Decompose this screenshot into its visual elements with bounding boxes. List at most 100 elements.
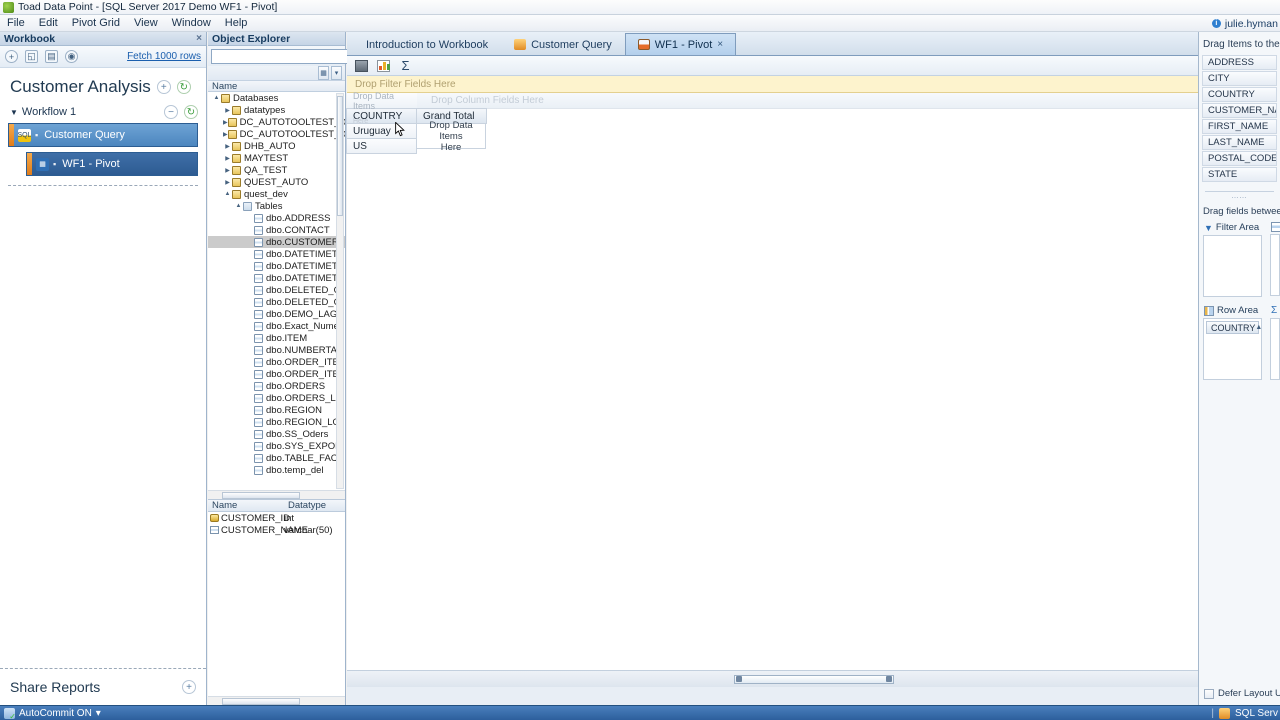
tree-node[interactable]: dbo.Exact_Nume: [208, 320, 345, 332]
filter-drop-zone[interactable]: Drop Filter Fields Here: [347, 76, 1280, 93]
add-analysis-button[interactable]: +: [157, 80, 171, 94]
column-area-dropbox[interactable]: [1270, 234, 1280, 296]
scroll-left-button[interactable]: [736, 676, 742, 682]
close-icon[interactable]: ×: [717, 39, 723, 50]
tree-node[interactable]: dbo.ORDER_ITEI: [208, 356, 345, 368]
collapse-workflow-button[interactable]: −: [164, 105, 178, 119]
menu-view[interactable]: View: [127, 16, 165, 30]
tree-expander-icon[interactable]: ▶: [223, 143, 232, 150]
object-tree[interactable]: ▲Databases▶datatypes▶DC_AUTOTOOLTEST_DB▶…: [208, 92, 345, 500]
tab-customer-query[interactable]: Customer Query: [501, 33, 625, 55]
menu-file[interactable]: File: [0, 16, 32, 30]
fetch-rows-link[interactable]: Fetch 1000 rows: [127, 51, 201, 62]
tree-expander-icon[interactable]: ▶: [223, 155, 232, 162]
tree-expander-icon[interactable]: ▲: [212, 95, 221, 101]
tree-node[interactable]: dbo.ADDRESS: [208, 212, 345, 224]
field-list-item[interactable]: STATE: [1202, 167, 1277, 182]
tree-horizontal-scrollbar[interactable]: [208, 490, 345, 499]
open-icon[interactable]: ◱: [25, 50, 38, 63]
tree-node[interactable]: dbo.temp_del: [208, 464, 345, 476]
tree-node[interactable]: dbo.REGION: [208, 404, 345, 416]
defer-layout-checkbox[interactable]: [1204, 689, 1214, 699]
grid-view-icon[interactable]: [355, 60, 368, 72]
tree-node[interactable]: dbo.DATETIMET/: [208, 260, 345, 272]
sort-ascending-icon[interactable]: ▲: [1255, 324, 1262, 331]
row-area-dropbox[interactable]: COUNTRY ▲: [1203, 318, 1262, 380]
tree-node[interactable]: ▲Databases: [208, 92, 345, 104]
add-icon[interactable]: +: [5, 50, 18, 63]
drop-data-items-area[interactable]: Drop Data Items Here: [416, 123, 486, 149]
tree-expander-icon[interactable]: ▲: [223, 191, 232, 197]
menu-window[interactable]: Window: [165, 16, 218, 30]
field-list-item[interactable]: CITY: [1202, 71, 1277, 86]
scroll-right-button[interactable]: [886, 676, 892, 682]
resize-grip[interactable]: ⋯⋯: [1199, 194, 1280, 202]
tree-node[interactable]: ▶datatypes: [208, 104, 345, 116]
pivot-grid[interactable]: Drop Filter Fields Here Drop Data Items …: [347, 76, 1280, 687]
data-area-dropbox[interactable]: [1270, 318, 1280, 380]
add-share-report-button[interactable]: +: [182, 680, 196, 694]
tree-node[interactable]: dbo.ORDER_ITEI: [208, 368, 345, 380]
tree-expander-icon[interactable]: ▶: [223, 167, 232, 174]
settings-icon[interactable]: ◉: [65, 50, 78, 63]
tree-node[interactable]: dbo.SS_Oders: [208, 428, 345, 440]
tree-expander-icon[interactable]: ▶: [223, 107, 232, 114]
table-row[interactable]: CUSTOMER_NAMEvarchar(50): [208, 524, 345, 536]
tree-node[interactable]: dbo.DELETED_O: [208, 296, 345, 308]
sigma-icon[interactable]: Σ: [399, 60, 412, 72]
scrollbar-thumb[interactable]: [337, 96, 343, 216]
tree-node[interactable]: ▲Tables: [208, 200, 345, 212]
workflow-item-wf1-pivot[interactable]: ▦ ▪ WF1 - Pivot: [26, 152, 198, 176]
chart-view-icon[interactable]: [377, 60, 390, 72]
field-list-item[interactable]: CUSTOMER_NAME: [1202, 103, 1277, 118]
tree-expander-icon[interactable]: ▶: [223, 119, 228, 126]
scrollbar-thumb[interactable]: [222, 698, 300, 705]
close-icon[interactable]: ×: [196, 33, 202, 44]
scrollbar-thumb[interactable]: [222, 492, 300, 499]
tree-expander-icon[interactable]: ▶: [223, 179, 232, 186]
pivot-row-value[interactable]: Uruguay: [346, 123, 417, 139]
connection-status[interactable]: | SQL Serv: [1211, 708, 1280, 719]
tree-node[interactable]: dbo.SYS_EXPOR: [208, 440, 345, 452]
autocommit-status[interactable]: AutoCommit ON ▾: [0, 708, 101, 719]
tree-expander-icon[interactable]: ▲: [234, 203, 243, 209]
tree-node[interactable]: dbo.CONTACT: [208, 224, 345, 236]
workflow-header[interactable]: ▼ Workflow 1 − ↻: [0, 103, 206, 123]
tree-vertical-scrollbar[interactable]: [336, 93, 344, 489]
menu-help[interactable]: Help: [218, 16, 255, 30]
tree-node[interactable]: dbo.DELETED_O: [208, 284, 345, 296]
save-icon[interactable]: ▤: [45, 50, 58, 63]
tab-introduction-to-workbook[interactable]: Introduction to Workbook: [353, 33, 501, 55]
search-input[interactable]: [211, 49, 351, 64]
tree-node[interactable]: ▶DC_AUTOTOOLTEST_DB: [208, 116, 345, 128]
user-account[interactable]: i julie.hyman: [1212, 15, 1278, 32]
tree-node[interactable]: dbo.CUSTOMER: [208, 236, 345, 248]
share-reports-section[interactable]: Share Reports +: [0, 668, 206, 705]
column-fields-drop-zone[interactable]: Drop Column Fields Here: [417, 93, 1280, 108]
view-mode-chevron-down-icon[interactable]: ▾: [331, 66, 342, 80]
tree-node[interactable]: dbo.DATETIMET/: [208, 272, 345, 284]
menu-pivot-grid[interactable]: Pivot Grid: [65, 16, 127, 30]
tree-node[interactable]: dbo.TABLE_FACT: [208, 452, 345, 464]
row-area-chip-country[interactable]: COUNTRY ▲: [1206, 321, 1259, 334]
scrollbar-thumb[interactable]: [734, 675, 894, 684]
workflow-item-customer-query[interactable]: SQL ▪ Customer Query: [8, 123, 198, 147]
tree-node[interactable]: dbo.DATETIMET/: [208, 248, 345, 260]
tab-wf1-pivot[interactable]: WF1 - Pivot ×: [625, 33, 736, 55]
tree-node[interactable]: dbo.ITEM: [208, 332, 345, 344]
tree-node[interactable]: ▲quest_dev: [208, 188, 345, 200]
column-header-name[interactable]: Name: [208, 500, 284, 511]
tree-node[interactable]: dbo.ORDERS_LA: [208, 392, 345, 404]
field-list[interactable]: ADDRESSCITYCOUNTRYCUSTOMER_NAMEFIRST_NAM…: [1199, 55, 1280, 183]
field-list-item[interactable]: POSTAL_CODE: [1202, 151, 1277, 166]
view-mode-icon[interactable]: ▦: [318, 66, 329, 80]
columns-horizontal-scrollbar[interactable]: [208, 696, 345, 705]
tree-node[interactable]: dbo.REGION_LO: [208, 416, 345, 428]
tree-node[interactable]: ▶QUEST_AUTO: [208, 176, 345, 188]
tree-node[interactable]: ▶MAYTEST: [208, 152, 345, 164]
table-row[interactable]: CUSTOMER_IDint: [208, 512, 345, 524]
pivot-horizontal-scrollbar[interactable]: [347, 670, 1280, 687]
refresh-workflow-button[interactable]: ↻: [184, 105, 198, 119]
field-list-item[interactable]: LAST_NAME: [1202, 135, 1277, 150]
pivot-row-value[interactable]: US: [346, 138, 417, 154]
